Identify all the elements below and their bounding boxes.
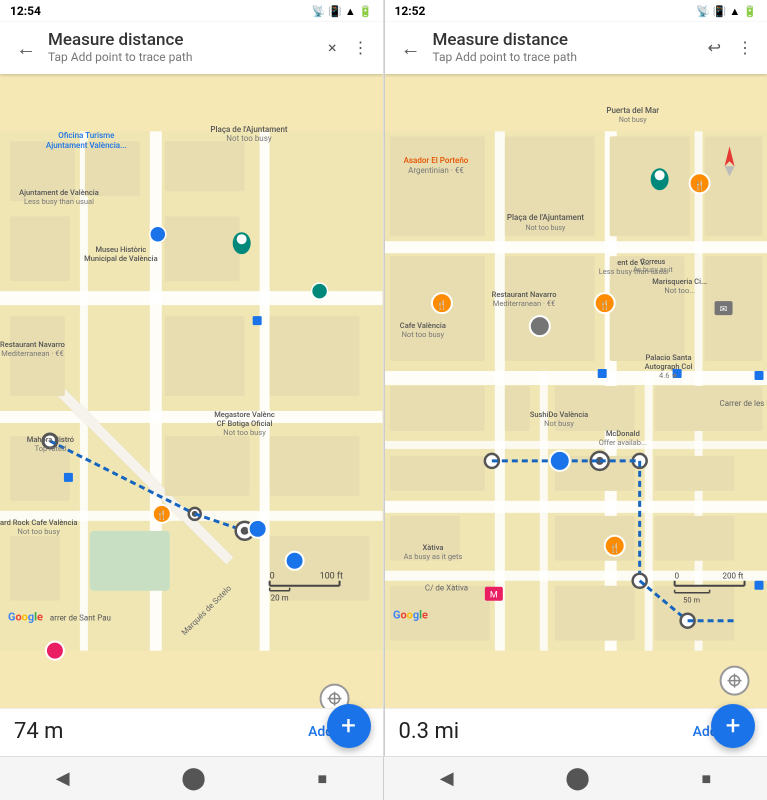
plus-icon-left: + (341, 713, 356, 739)
fab-right[interactable]: + (711, 704, 755, 748)
left-screen: 12:54 📡 📳 ▲ 🔋 ← Measure distance Tap Add… (0, 0, 384, 756)
svg-text:M: M (489, 591, 497, 601)
svg-text:Carrer de les B...: Carrer de les B... (719, 399, 767, 408)
svg-text:🍴: 🍴 (156, 509, 167, 521)
svg-text:200 ft: 200 ft (722, 572, 743, 581)
distance-value-left: 74 m (14, 719, 63, 744)
distance-value-right: 0.3 mi (399, 719, 460, 744)
vibrate-icon-right: 📳 (713, 5, 727, 18)
back-button-left[interactable]: ← (8, 34, 44, 62)
battery-icon-right: 🔋 (743, 5, 757, 18)
fab-left[interactable]: + (327, 704, 371, 748)
nav-bar-left: ◀ ⬤ ■ (0, 757, 384, 800)
svg-text:Google: Google (8, 611, 43, 624)
header-subtitle-right: Tap Add point to trace path (433, 50, 702, 66)
right-screen: 12:52 📡 📳 ▲ 🔋 ← Measure distance Tap Add… (385, 0, 767, 756)
plus-icon-right: + (726, 713, 741, 739)
status-icons-left: 📡 📳 ▲ 🔋 (312, 5, 373, 18)
distance-row-left: 74 m Add point (14, 719, 369, 744)
header-title-block-left: Measure distance Tap Add point to trace … (48, 30, 322, 66)
header-title-block-right: Measure distance Tap Add point to trace … (433, 30, 702, 66)
header-subtitle-left: Tap Add point to trace path (48, 50, 322, 66)
header-left: ← Measure distance Tap Add point to trac… (0, 22, 383, 74)
header-right: ← Measure distance Tap Add point to trac… (385, 22, 767, 74)
undo-button-right[interactable]: ↩ (702, 36, 727, 60)
map-left[interactable]: 0 100 ft 20 m Marqués de Sotelo Carrer d… (0, 74, 383, 708)
nav-home-right[interactable]: ⬤ (545, 762, 610, 795)
cast-icon: 📡 (312, 5, 326, 18)
svg-text:50 m: 50 m (683, 596, 700, 605)
back-button-right[interactable]: ← (393, 34, 429, 62)
nav-bar-right: ◀ ⬤ ■ (384, 757, 767, 800)
svg-text:0: 0 (674, 572, 679, 581)
status-bar-left: 12:54 📡 📳 ▲ 🔋 (0, 0, 383, 22)
close-button-left[interactable]: × (322, 36, 343, 60)
svg-text:0: 0 (270, 572, 275, 582)
status-bar-right: 12:52 📡 📳 ▲ 🔋 (385, 0, 767, 22)
map-right[interactable]: 0 200 ft 50 m (385, 74, 767, 708)
nav-recents-left[interactable]: ■ (297, 765, 347, 793)
cast-icon-right: 📡 (696, 5, 710, 18)
wifi-icon: ▲ (345, 5, 356, 18)
nav-recents-right[interactable]: ■ (681, 765, 731, 793)
bottom-bar-right: 0.3 mi Add point + (385, 708, 767, 756)
nav-back-left[interactable]: ◀ (36, 764, 90, 793)
time-right: 12:52 (395, 4, 426, 18)
header-title-left: Measure distance (48, 30, 322, 50)
more-menu-button-left[interactable]: ⋮ (347, 36, 375, 60)
more-menu-button-right[interactable]: ⋮ (731, 36, 759, 60)
svg-text:arrer de Sant Pau: arrer de Sant Pau (50, 614, 111, 623)
svg-text:C/ de Xàtiva: C/ de Xàtiva (424, 584, 467, 593)
nav-bar: ◀ ⬤ ■ ◀ ⬤ ■ (0, 756, 767, 800)
svg-text:🍴: 🍴 (694, 179, 705, 191)
svg-text:🍴: 🍴 (436, 299, 447, 311)
svg-text:20 m: 20 m (271, 594, 289, 603)
nav-back-right[interactable]: ◀ (420, 764, 474, 793)
distance-row-right: 0.3 mi Add point (399, 719, 754, 744)
svg-text:100 ft: 100 ft (320, 572, 343, 582)
header-actions-left: × ⋮ (322, 36, 375, 60)
svg-text:✉: ✉ (719, 305, 727, 315)
svg-text:🍴: 🍴 (599, 299, 610, 311)
vibrate-icon: 📳 (328, 5, 342, 18)
svg-text:Google: Google (392, 609, 427, 622)
wifi-icon-right: ▲ (729, 5, 740, 18)
time-left: 12:54 (10, 4, 41, 18)
header-actions-right: ↩ ⋮ (702, 36, 759, 60)
header-title-right: Measure distance (433, 30, 702, 50)
nav-home-left[interactable]: ⬤ (161, 762, 226, 795)
battery-icon: 🔋 (359, 5, 373, 18)
status-icons-right: 📡 📳 ▲ 🔋 (696, 5, 757, 18)
bottom-bar-left: 74 m Add point + (0, 708, 383, 756)
svg-text:🍴: 🍴 (609, 542, 620, 554)
